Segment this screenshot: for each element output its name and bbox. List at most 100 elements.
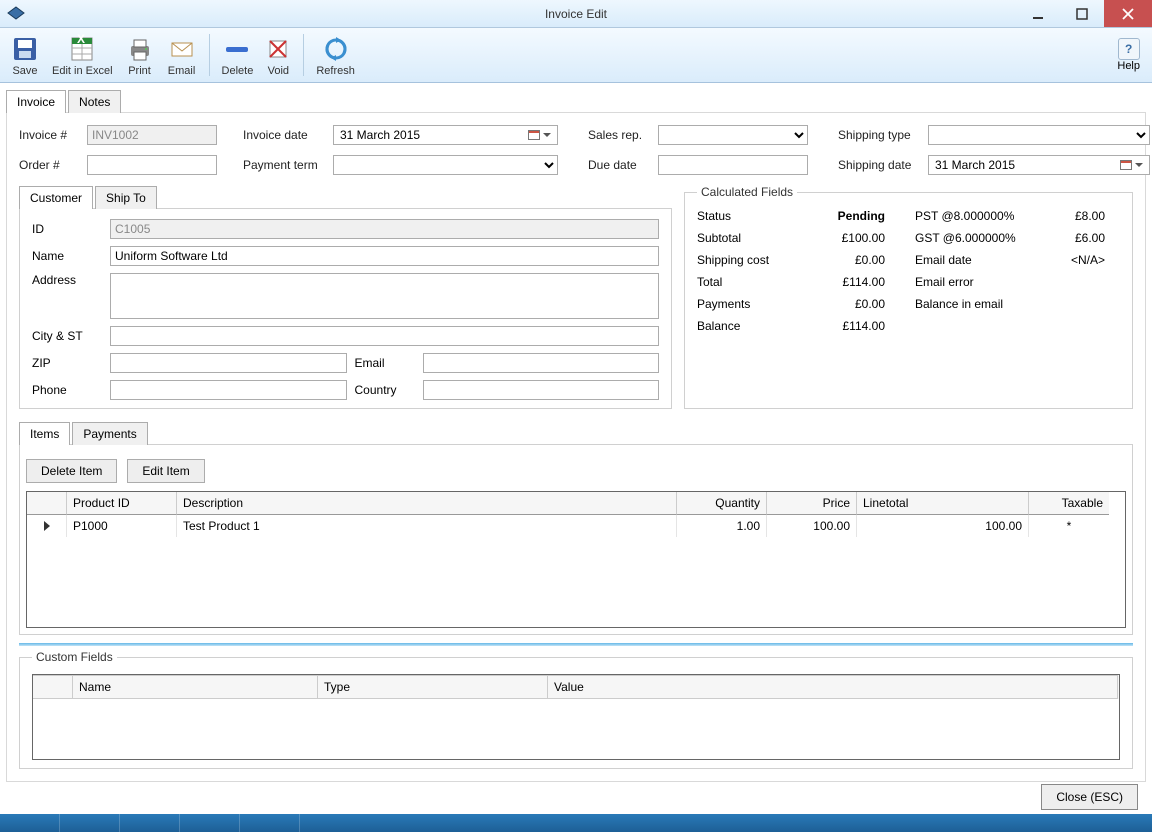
excel-icon: X [67, 33, 97, 65]
emailerror-label: Email error [915, 275, 1025, 289]
chevron-down-icon [1135, 163, 1143, 167]
customer-id-field [110, 219, 659, 239]
window-title: Invoice Edit [545, 7, 607, 21]
custom-fields-legend: Custom Fields [32, 650, 117, 664]
toolbar-separator [303, 34, 304, 76]
shipping-type-field[interactable] [928, 125, 1150, 145]
customer-city-label: City & ST [32, 329, 102, 343]
table-row[interactable]: P1000 Test Product 1 1.00 100.00 100.00 … [27, 515, 1125, 537]
col-quantity[interactable]: Quantity [677, 492, 767, 515]
toolbar-separator [209, 34, 210, 76]
shipping-type-label: Shipping type [838, 128, 928, 142]
save-icon [10, 33, 40, 65]
invoice-no-label: Invoice # [19, 128, 87, 142]
gst-value: £6.00 [1025, 231, 1105, 245]
cell-product-id[interactable]: P1000 [67, 515, 177, 537]
customer-id-label: ID [32, 222, 102, 236]
email-icon [167, 33, 197, 65]
triangle-right-icon [44, 521, 50, 531]
customer-name-field[interactable] [110, 246, 659, 266]
col-cf-type[interactable]: Type [318, 675, 548, 699]
refresh-icon [322, 33, 350, 65]
invoice-no-field [87, 125, 217, 145]
payments-value: £0.00 [795, 297, 885, 311]
customer-country-label: Country [355, 383, 415, 397]
due-date-field[interactable] [658, 155, 808, 175]
cell-price[interactable]: 100.00 [767, 515, 857, 537]
balemail-label: Balance in email [915, 297, 1025, 311]
void-button[interactable]: Void [259, 31, 297, 79]
col-description[interactable]: Description [177, 492, 677, 515]
status-label: Status [697, 209, 795, 223]
due-date-label: Due date [588, 158, 658, 172]
refresh-button[interactable]: Refresh [310, 31, 361, 79]
payments-label: Payments [697, 297, 795, 311]
customer-address-label: Address [32, 273, 102, 287]
tab-payments[interactable]: Payments [72, 422, 147, 445]
maximize-button[interactable] [1060, 0, 1104, 27]
order-no-field[interactable] [87, 155, 217, 175]
delete-button[interactable]: Delete [216, 31, 260, 79]
customer-email-field[interactable] [423, 353, 660, 373]
customer-address-field[interactable] [110, 273, 659, 319]
customer-phone-label: Phone [32, 383, 102, 397]
customer-city-field[interactable] [110, 326, 659, 346]
shipcost-value: £0.00 [795, 253, 885, 267]
cell-description[interactable]: Test Product 1 [177, 515, 677, 537]
tab-shipto[interactable]: Ship To [95, 186, 157, 209]
customer-zip-label: ZIP [32, 356, 102, 370]
col-product-id[interactable]: Product ID [67, 492, 177, 515]
cell-quantity[interactable]: 1.00 [677, 515, 767, 537]
col-taxable[interactable]: Taxable [1029, 492, 1109, 515]
edit-excel-button[interactable]: X Edit in Excel [46, 31, 119, 79]
pst-value: £8.00 [1025, 209, 1105, 223]
separator [19, 643, 1133, 646]
customer-zip-field[interactable] [110, 353, 347, 373]
app-icon [6, 4, 26, 24]
help-button[interactable]: ? Help [1109, 36, 1148, 74]
subtotal-label: Subtotal [697, 231, 795, 245]
shipping-date-field[interactable]: 31 March 2015 [928, 155, 1150, 175]
total-value: £114.00 [795, 275, 885, 289]
invoice-date-field[interactable]: 31 March 2015 [333, 125, 558, 145]
cell-linetotal[interactable]: 100.00 [857, 515, 1029, 537]
tab-notes[interactable]: Notes [68, 90, 121, 113]
col-price[interactable]: Price [767, 492, 857, 515]
taskbar[interactable] [0, 814, 1152, 832]
tab-customer[interactable]: Customer [19, 186, 93, 209]
void-icon [265, 33, 291, 65]
customer-country-field[interactable] [423, 380, 660, 400]
cell-taxable[interactable]: * [1029, 515, 1109, 537]
print-button[interactable]: Print [119, 31, 161, 79]
delete-item-button[interactable]: Delete Item [26, 459, 117, 483]
row-indicator [27, 515, 67, 537]
email-button[interactable]: Email [161, 31, 203, 79]
save-button[interactable]: Save [4, 31, 46, 79]
gst-label: GST @6.000000% [915, 231, 1025, 245]
print-icon [125, 33, 155, 65]
pst-label: PST @8.000000% [915, 209, 1025, 223]
sales-rep-field[interactable] [658, 125, 808, 145]
tab-items[interactable]: Items [19, 422, 70, 445]
customer-phone-field[interactable] [110, 380, 347, 400]
chevron-down-icon [543, 133, 551, 137]
col-cf-name[interactable]: Name [73, 675, 318, 699]
calendar-icon [528, 130, 540, 140]
edit-item-button[interactable]: Edit Item [127, 459, 204, 483]
items-table[interactable]: Product ID Description Quantity Price Li… [26, 491, 1126, 628]
close-button[interactable] [1104, 0, 1152, 27]
col-linetotal[interactable]: Linetotal [857, 492, 1029, 515]
custom-fields-table[interactable]: Name Type Value [32, 674, 1120, 760]
close-esc-button[interactable]: Close (ESC) [1041, 784, 1138, 810]
sales-rep-label: Sales rep. [588, 128, 658, 142]
emaildate-label: Email date [915, 253, 1025, 267]
tab-invoice[interactable]: Invoice [6, 90, 66, 113]
invoice-date-label: Invoice date [243, 128, 333, 142]
col-cf-value[interactable]: Value [548, 675, 1118, 699]
customer-email-label: Email [355, 356, 415, 370]
minimize-button[interactable] [1016, 0, 1060, 27]
payment-term-label: Payment term [243, 158, 333, 172]
total-label: Total [697, 275, 795, 289]
shipcost-label: Shipping cost [697, 253, 795, 267]
payment-term-field[interactable] [333, 155, 558, 175]
